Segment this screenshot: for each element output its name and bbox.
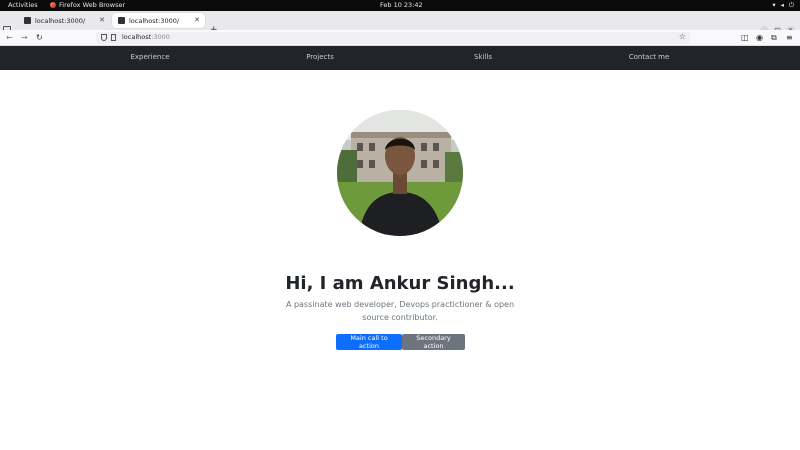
- url-bar[interactable]: localhost:3000 ☆: [96, 32, 690, 44]
- site-navbar: Experience Projects Skills Contact me: [0, 46, 800, 70]
- wifi-icon: ▾: [772, 1, 776, 9]
- nav-link-experience[interactable]: Experience: [130, 53, 169, 61]
- tab-title: localhost:3000/: [35, 16, 86, 25]
- hero-buttons: Main call to action Secondary action: [336, 334, 465, 350]
- activities-button[interactable]: Activities: [8, 1, 38, 9]
- favicon-icon: [118, 17, 125, 24]
- app-name: Firefox Web Browser: [59, 1, 126, 9]
- app-menu[interactable]: Firefox Web Browser: [50, 1, 125, 9]
- nav-link-projects[interactable]: Projects: [306, 53, 334, 61]
- reload-icon[interactable]: ↻: [36, 33, 43, 42]
- extensions-icon[interactable]: ⧉: [771, 33, 777, 43]
- tab-strip: localhost:3000/ ✕ localhost:3000/ ✕ + ⌄ …: [0, 11, 800, 35]
- forward-icon[interactable]: →: [21, 33, 28, 42]
- back-icon[interactable]: ←: [6, 33, 13, 42]
- account-icon[interactable]: ◉: [756, 33, 763, 42]
- close-tab-icon[interactable]: ✕: [194, 16, 200, 24]
- main-cta-button[interactable]: Main call to action: [336, 334, 402, 350]
- shield-icon[interactable]: [101, 34, 107, 41]
- favicon-icon: [24, 17, 31, 24]
- hero-title: Hi, I am Ankur Singh...: [285, 273, 515, 294]
- close-tab-icon[interactable]: ✕: [99, 16, 105, 24]
- hero-subtitle: A passinate web developer, Devops practi…: [285, 300, 515, 322]
- clock[interactable]: Feb 10 23:42: [380, 1, 423, 9]
- url-text[interactable]: localhost:3000: [122, 33, 170, 41]
- system-tray[interactable]: ▾ ◂ ⏻: [772, 1, 794, 10]
- profile-photo-illustration: [337, 110, 463, 236]
- tab-1[interactable]: localhost:3000/ ✕: [18, 13, 110, 28]
- tab-title: localhost:3000/: [129, 16, 180, 25]
- nav-link-skills[interactable]: Skills: [474, 53, 492, 61]
- nav-link-contact[interactable]: Contact me: [629, 53, 670, 61]
- profile-photo: [337, 110, 463, 236]
- menu-icon[interactable]: ≡: [786, 33, 793, 42]
- tab-2-active[interactable]: localhost:3000/ ✕: [112, 13, 205, 28]
- os-top-bar: Activities Firefox Web Browser Feb 10 23…: [0, 0, 800, 11]
- bookmark-star-icon[interactable]: ☆: [679, 32, 686, 41]
- volume-icon: ◂: [780, 1, 784, 9]
- firefox-icon: [50, 2, 56, 8]
- pocket-icon[interactable]: ◫: [741, 33, 749, 42]
- browser-toolbar: ← → ↻ localhost:3000 ☆ ◫ ◉ ⧉ ≡: [0, 30, 800, 46]
- power-icon: ⏻: [788, 1, 794, 9]
- page-icon[interactable]: [111, 34, 116, 41]
- secondary-action-button[interactable]: Secondary action: [402, 334, 465, 350]
